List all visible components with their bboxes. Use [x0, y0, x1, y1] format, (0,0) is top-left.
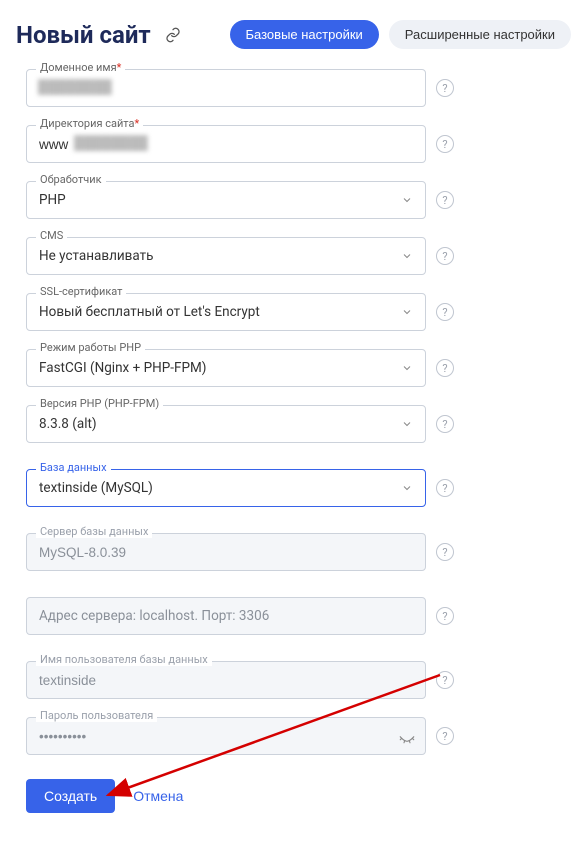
domain-input[interactable] — [26, 69, 426, 107]
help-icon[interactable]: ? — [436, 479, 454, 497]
chevron-down-icon — [401, 194, 413, 206]
help-icon[interactable]: ? — [436, 247, 454, 265]
page-title: Новый сайт — [16, 21, 151, 49]
php-mode-value: FastCGI (Nginx + PHP-FPM) — [39, 360, 206, 376]
db-user-input — [26, 661, 426, 699]
help-icon[interactable]: ? — [436, 359, 454, 377]
handler-value: PHP — [39, 192, 66, 208]
db-server-input — [26, 533, 426, 571]
db-server-label: Сервер базы данных — [36, 525, 152, 538]
php-mode-select[interactable]: FastCGI (Nginx + PHP-FPM) — [26, 349, 426, 387]
help-icon[interactable]: ? — [436, 727, 454, 745]
link-icon[interactable] — [165, 27, 181, 43]
help-icon[interactable]: ? — [436, 191, 454, 209]
cms-select[interactable]: Не устанавливать — [26, 237, 426, 275]
chevron-down-icon — [401, 306, 413, 318]
db-user-label: Имя пользователя базы данных — [36, 653, 212, 666]
help-icon[interactable]: ? — [436, 671, 454, 689]
chevron-down-icon — [401, 418, 413, 430]
db-password-label: Пароль пользователя — [36, 709, 157, 722]
handler-label: Обработчик — [36, 173, 106, 186]
cms-value: Не устанавливать — [39, 248, 153, 264]
tab-basic-settings[interactable]: Базовые настройки — [230, 20, 379, 49]
help-icon[interactable]: ? — [436, 135, 454, 153]
create-button[interactable]: Создать — [26, 779, 115, 813]
domain-label: Доменное имя* — [36, 61, 125, 74]
help-icon[interactable]: ? — [436, 303, 454, 321]
eye-closed-icon[interactable] — [398, 727, 416, 745]
directory-input[interactable] — [26, 125, 426, 163]
ssl-select[interactable]: Новый бесплатный от Let's Encrypt — [26, 293, 426, 331]
db-address-input: Адрес сервера: localhost. Порт: 3306 — [26, 597, 426, 635]
directory-label: Директория сайта* — [36, 117, 143, 130]
cms-label: CMS — [36, 229, 67, 242]
database-value: textinside (MySQL) — [39, 480, 153, 496]
php-mode-label: Режим работы PHP — [36, 341, 145, 354]
tab-advanced-settings[interactable]: Расширенные настройки — [389, 20, 571, 49]
help-icon[interactable]: ? — [436, 415, 454, 433]
handler-select[interactable]: PHP — [26, 181, 426, 219]
php-version-value: 8.3.8 (alt) — [39, 416, 97, 432]
chevron-down-icon — [401, 250, 413, 262]
chevron-down-icon — [401, 482, 413, 494]
chevron-down-icon — [401, 362, 413, 374]
php-version-label: Версия PHP (PHP-FPM) — [36, 397, 163, 410]
db-password-input — [26, 717, 426, 755]
database-label: База данных — [36, 461, 111, 474]
help-icon[interactable]: ? — [436, 543, 454, 561]
help-icon[interactable]: ? — [436, 79, 454, 97]
ssl-value: Новый бесплатный от Let's Encrypt — [39, 304, 260, 320]
database-select[interactable]: textinside (MySQL) — [26, 469, 426, 507]
php-version-select[interactable]: 8.3.8 (alt) — [26, 405, 426, 443]
ssl-label: SSL-сертификат — [36, 285, 126, 298]
help-icon[interactable]: ? — [436, 607, 454, 625]
cancel-button[interactable]: Отмена — [133, 788, 183, 804]
